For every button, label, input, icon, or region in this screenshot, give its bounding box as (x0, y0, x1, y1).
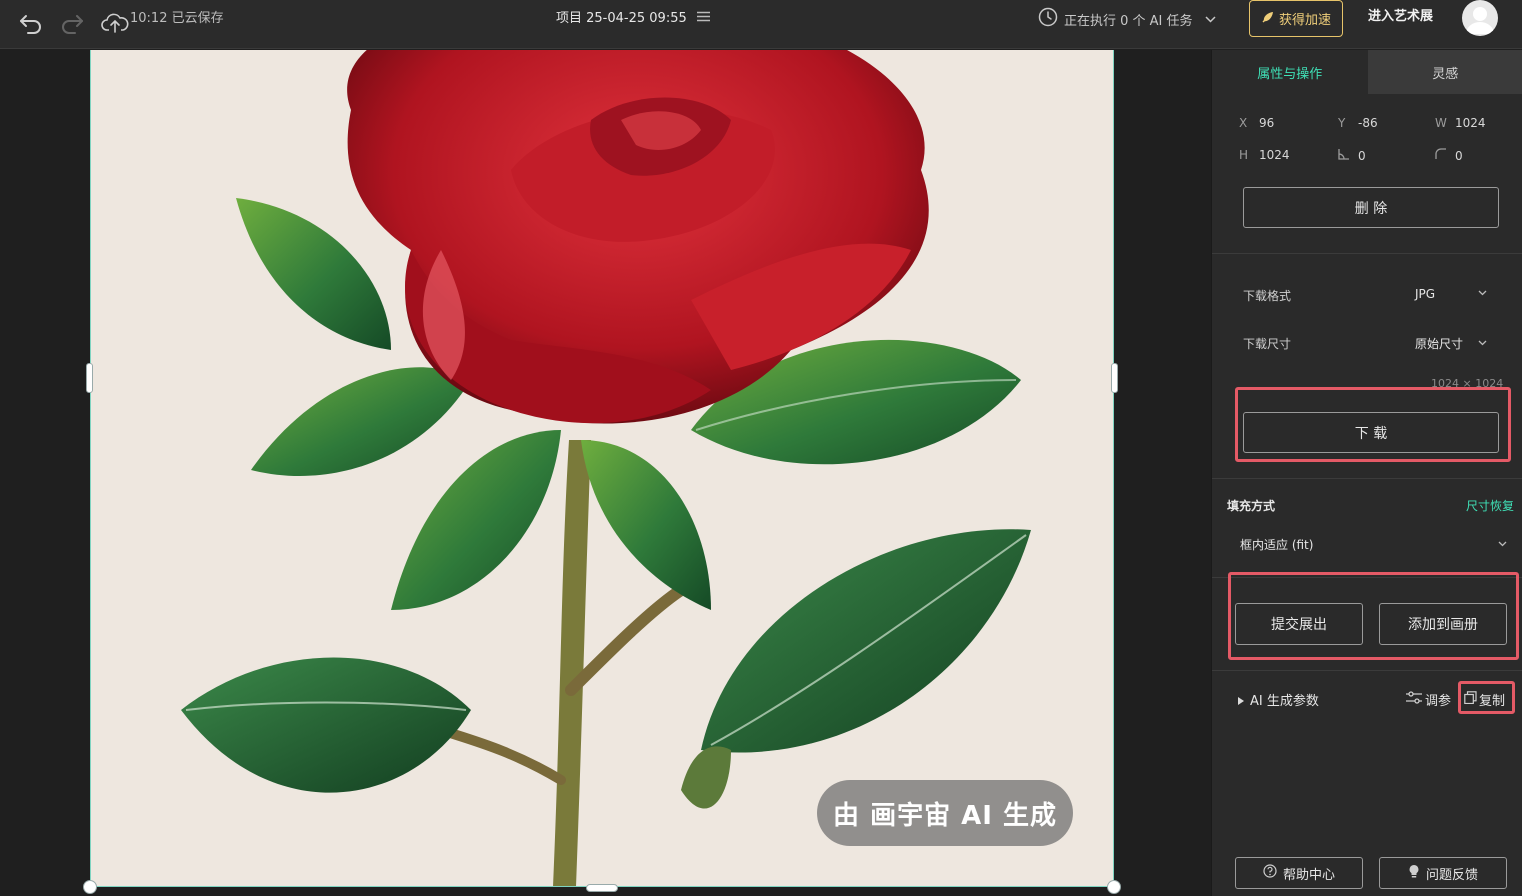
add-to-album-button[interactable]: 添加到画册 (1379, 603, 1507, 645)
chevron-down-icon (1205, 12, 1216, 27)
prop-y-value[interactable]: -86 (1358, 116, 1378, 130)
ai-params-toggle[interactable]: AI 生成参数 (1238, 690, 1319, 709)
tab-inspiration[interactable]: 灵感 (1367, 50, 1522, 94)
chevron-down-icon (1478, 289, 1487, 299)
chevron-down-icon (1478, 339, 1487, 349)
caret-right-icon (1238, 690, 1244, 709)
fill-mode-select[interactable]: 框内适应 (fit) (1240, 536, 1507, 553)
download-format-value: JPG (1415, 287, 1436, 301)
project-title[interactable]: 项目 25-04-25 09:55 (556, 10, 710, 28)
cloud-upload-icon (100, 8, 130, 38)
saved-status: 10:12 已云保存 (130, 11, 224, 26)
copy-icon (1464, 691, 1477, 708)
prop-y-label: Y (1338, 116, 1346, 130)
prop-angle[interactable]: 0 (1338, 148, 1366, 163)
prop-h-label: H (1239, 148, 1249, 162)
resize-handle-left[interactable] (86, 363, 93, 393)
delete-button[interactable]: 删 除 (1243, 187, 1499, 228)
prop-h-value[interactable]: 1024 (1259, 148, 1290, 162)
angle-icon (1338, 148, 1358, 163)
ai-params-label: AI 生成参数 (1250, 694, 1319, 709)
help-center-button[interactable]: 帮助中心 (1235, 857, 1363, 889)
undo-icon[interactable] (16, 8, 46, 38)
prop-radius[interactable]: 0 (1435, 148, 1463, 163)
prop-x-value[interactable]: 96 (1259, 116, 1274, 130)
panel-tabs: 属性与操作 灵感 (1212, 50, 1522, 94)
clock-icon (1038, 7, 1058, 31)
task-status-text: 正在执行 0 个 AI 任务 (1064, 13, 1193, 29)
divider (1212, 253, 1522, 254)
canvas-area[interactable]: 由 画宇宙 AI 生成 (0, 50, 1210, 896)
fill-mode-value: 框内适应 (fit) (1240, 538, 1314, 552)
fill-mode-label: 填充方式 (1227, 499, 1276, 513)
help-icon (1263, 864, 1277, 882)
download-format-select[interactable]: JPG (1415, 287, 1487, 301)
corner-radius-icon (1435, 148, 1455, 163)
download-size-select[interactable]: 原始尺寸 (1415, 335, 1487, 352)
submit-exhibit-button[interactable]: 提交展出 (1235, 603, 1363, 645)
enter-gallery-link[interactable]: 进入艺术展 (1368, 8, 1433, 26)
redo-icon[interactable] (57, 8, 87, 38)
resize-handle-right[interactable] (1111, 363, 1118, 393)
rose-illustration (91, 50, 1113, 886)
prop-x-label: X (1239, 116, 1248, 130)
help-label: 帮助中心 (1282, 867, 1335, 883)
download-size-value: 原始尺寸 (1415, 337, 1464, 351)
ai-task-status[interactable]: 正在执行 0 个 AI 任务 (1038, 7, 1216, 31)
divider (1212, 670, 1522, 671)
top-bar: 10:12 已云保存 项目 25-04-25 09:55 正在执行 0 个 AI… (0, 0, 1522, 49)
tab-properties[interactable]: 属性与操作 (1212, 50, 1368, 94)
divider (1212, 478, 1522, 479)
resize-handle-bottom[interactable] (586, 884, 618, 892)
ai-watermark: 由 画宇宙 AI 生成 (817, 780, 1073, 846)
avatar[interactable] (1462, 0, 1498, 36)
chevron-down-icon (1498, 540, 1507, 550)
rocket-icon (1261, 10, 1275, 28)
prop-angle-value[interactable]: 0 (1358, 149, 1366, 163)
menu-icon[interactable] (696, 10, 710, 28)
artwork-image[interactable] (90, 50, 1114, 887)
prop-y[interactable]: Y -86 (1338, 116, 1378, 130)
prop-w-label: W (1435, 116, 1447, 130)
prop-h[interactable]: H 1024 (1239, 148, 1290, 162)
prop-w-value[interactable]: 1024 (1455, 116, 1486, 130)
project-title-text: 项目 25-04-25 09:55 (556, 11, 687, 26)
lightbulb-icon (1408, 864, 1420, 882)
copy-params-button[interactable]: 复制 (1464, 690, 1505, 709)
prop-x[interactable]: X 96 (1239, 116, 1274, 130)
properties-panel: 属性与操作 灵感 X 96 Y -86 W 1024 H 1024 0 0 删 除 下载… (1211, 50, 1522, 896)
feedback-button[interactable]: 问题反馈 (1379, 857, 1507, 889)
resize-handle-bottom-right[interactable] (1107, 880, 1121, 894)
copy-label: 复制 (1479, 694, 1506, 709)
download-format-label: 下载格式 (1243, 289, 1292, 303)
sliders-icon (1406, 691, 1422, 708)
size-restore-link[interactable]: 尺寸恢复 (1466, 497, 1514, 514)
tune-params-button[interactable]: 调参 (1406, 690, 1451, 709)
prop-w[interactable]: W 1024 (1435, 116, 1486, 130)
boost-label: 获得加速 (1278, 13, 1331, 28)
tune-label: 调参 (1425, 694, 1452, 709)
download-size-label: 下载尺寸 (1243, 337, 1292, 351)
feedback-label: 问题反馈 (1425, 867, 1478, 883)
resize-handle-bottom-left[interactable] (83, 880, 97, 894)
prop-radius-value[interactable]: 0 (1455, 149, 1463, 163)
boost-button[interactable]: 获得加速 (1249, 0, 1343, 37)
download-button[interactable]: 下 载 (1243, 412, 1499, 453)
